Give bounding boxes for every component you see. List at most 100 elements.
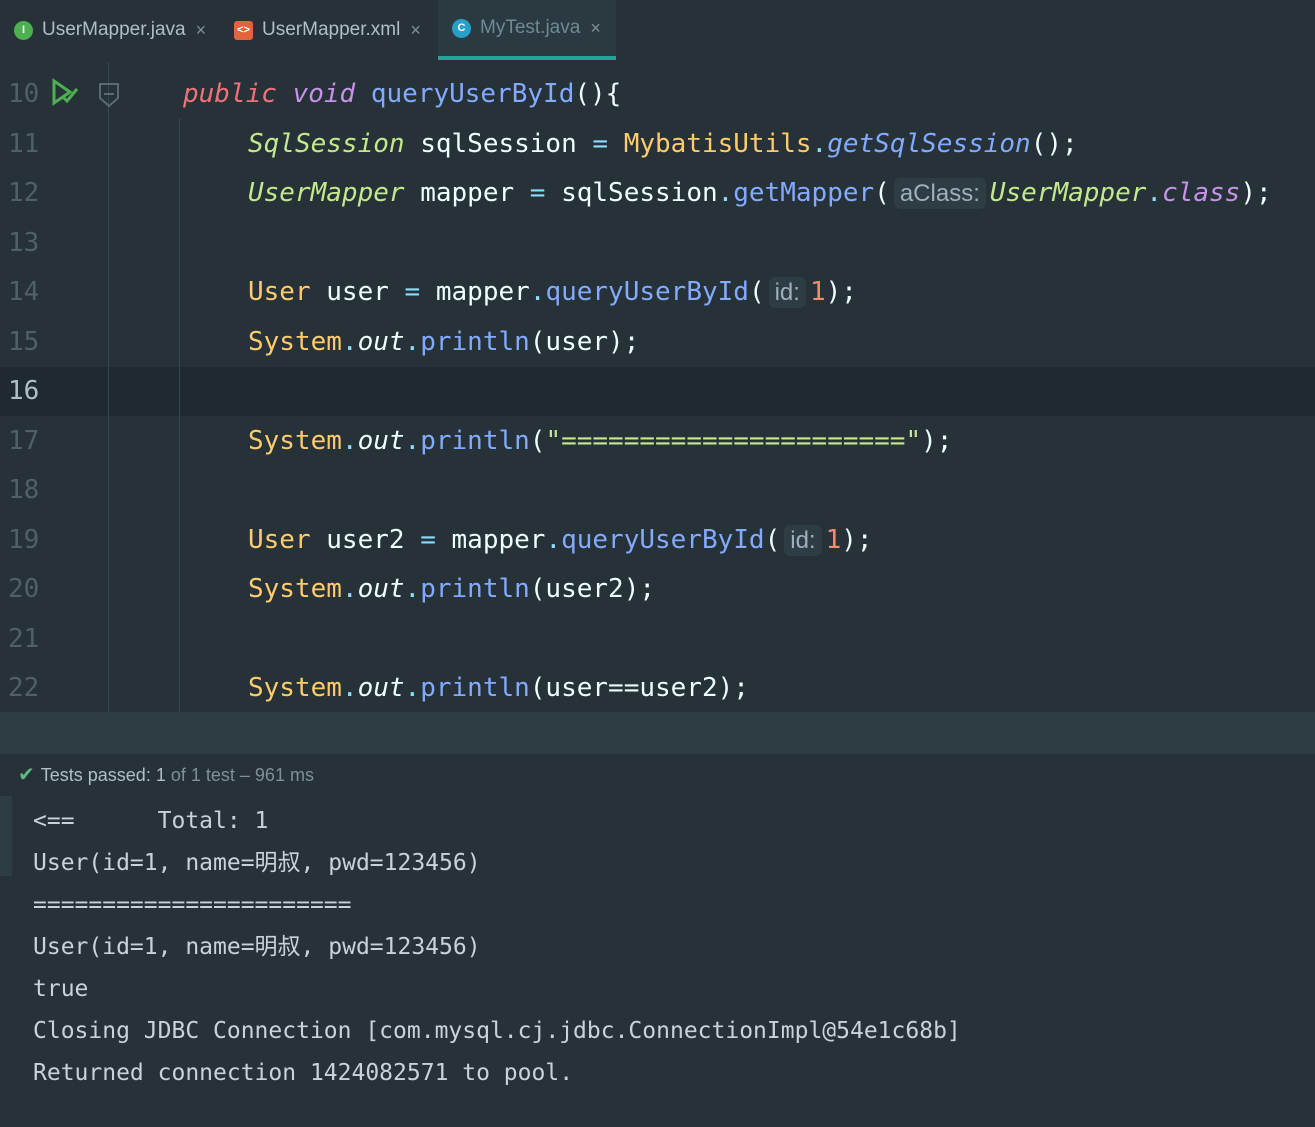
code-token: queryUserById — [370, 79, 575, 109]
code-token: (user==user2); — [529, 673, 749, 703]
code-token: User — [248, 277, 311, 307]
code-line[interactable]: 19 User user2 = mapper.queryUserById(id: 1… — [0, 516, 1315, 565]
code-token: out — [357, 574, 405, 604]
parameter-hint: aClass: — [893, 178, 986, 209]
code-text: System.out.println(user==user2); — [248, 664, 749, 713]
code-line[interactable]: 22 System.out.println(user==user2); — [0, 664, 1315, 713]
code-line[interactable]: 16 — [0, 367, 1315, 416]
code-line[interactable]: 14 User user = mapper.queryUserById(id: 1)… — [0, 268, 1315, 317]
code-line[interactable]: 13 — [0, 219, 1315, 268]
code-token: user2 — [310, 524, 421, 555]
close-icon[interactable]: × — [196, 20, 207, 41]
close-icon[interactable]: × — [590, 18, 601, 39]
code-token: mapper — [420, 277, 530, 307]
tab-usermapper-xml[interactable]: <> UserMapper.xml × — [234, 0, 434, 60]
code-token: println — [420, 574, 530, 604]
code-text: System.out.println(user); — [248, 318, 639, 367]
fold-icon[interactable] — [98, 82, 120, 108]
code-token: . — [341, 574, 358, 604]
code-line[interactable]: 11 SqlSession sqlSession = MybatisUtils.g… — [0, 120, 1315, 169]
line-number: 19 — [8, 524, 40, 555]
code-token: ); — [921, 425, 953, 456]
gutter-divider — [108, 62, 109, 712]
code-token: User — [248, 524, 311, 555]
code-token: . — [404, 574, 421, 604]
code-token: queryUserById — [561, 524, 765, 555]
code-text: public void queryUserById(){ — [183, 70, 621, 119]
line-number: 16 — [8, 376, 40, 406]
line-number: 18 — [8, 475, 40, 505]
code-token: . — [341, 326, 358, 357]
tab-label: MyTest.java — [480, 17, 581, 38]
code-token: UserMapper — [248, 178, 405, 208]
line-number: 10 — [8, 79, 40, 109]
code-editor[interactable]: 10 public void queryUserById(){11 SqlSessi… — [0, 62, 1315, 712]
code-token: . — [545, 524, 562, 555]
code-token: ); — [841, 524, 873, 555]
code-token: getSqlSession — [827, 128, 1031, 159]
code-token: mapper — [404, 178, 530, 208]
code-token: = — [420, 524, 436, 555]
code-line[interactable]: 21 — [0, 615, 1315, 664]
code-token: . — [341, 425, 358, 456]
code-token: (){ — [574, 79, 622, 109]
code-token: 1 — [809, 277, 826, 307]
code-token: out — [357, 326, 405, 357]
line-number: 13 — [8, 227, 40, 258]
panel-splitter[interactable] — [0, 712, 1315, 754]
code-token: . — [811, 128, 828, 159]
indent-guide — [179, 118, 180, 712]
tab-usermapper-java[interactable]: I UserMapper.java × — [14, 0, 220, 60]
code-token: . — [341, 673, 358, 703]
code-line[interactable]: 15 System.out.println(user); — [0, 318, 1315, 367]
code-token: sqlSession — [545, 178, 718, 208]
close-icon[interactable]: × — [410, 20, 421, 41]
tab-mytest-java[interactable]: C MyTest.java × — [438, 0, 616, 60]
code-token: void — [292, 79, 356, 109]
tab-label: UserMapper.java — [42, 19, 186, 40]
test-status-bar: ✔ Tests passed: 1 of 1 test – 961 ms — [0, 754, 1315, 797]
code-line[interactable]: 17 System.out.println("==================… — [0, 417, 1315, 466]
code-text: SqlSession sqlSession = MybatisUtils.get… — [248, 120, 1078, 169]
code-token: System — [248, 574, 342, 604]
code-text: UserMapper mapper = sqlSession.getMapper… — [248, 169, 1272, 218]
line-number: 17 — [8, 425, 40, 456]
code-token: = — [404, 277, 421, 307]
console-output[interactable]: <== Total: 1 User(id=1, name=明叔, pwd=1234… — [0, 796, 1315, 1127]
parameter-hint: id: — [768, 277, 806, 308]
code-token: sqlSession — [404, 128, 593, 159]
code-line[interactable]: 12 UserMapper mapper = sqlSession.getMapp… — [0, 169, 1315, 218]
code-text: User user = mapper.queryUserById(id: 1); — [248, 268, 857, 317]
line-number: 22 — [8, 673, 40, 703]
console-side-strip — [0, 796, 12, 876]
code-token: ( — [874, 178, 890, 208]
console-line: Returned connection 1424082571 to pool. — [33, 1060, 574, 1086]
code-token: . — [717, 178, 734, 208]
run-test-icon[interactable] — [50, 78, 80, 108]
code-token: ( — [529, 425, 546, 456]
code-token: = — [529, 178, 546, 208]
parameter-hint: id: — [784, 524, 822, 556]
code-token: getMapper — [733, 178, 875, 208]
code-token: ); — [825, 277, 857, 307]
code-token: 1 — [825, 524, 842, 555]
console-line: User(id=1, name=明叔, pwd=123456) — [33, 934, 481, 960]
code-token: (); — [1030, 128, 1078, 159]
tests-passed-label: Tests passed: — [40, 765, 151, 785]
code-token: . — [404, 673, 421, 703]
code-text: User user2 = mapper.queryUserById(id: 1); — [248, 516, 873, 565]
code-token: public — [183, 79, 277, 109]
code-text: System.out.println(user2); — [248, 565, 655, 614]
console-line: <== Total: 1 — [33, 808, 269, 834]
code-line[interactable]: 18 — [0, 466, 1315, 515]
code-token: (user2); — [529, 574, 656, 604]
code-line[interactable]: 20 System.out.println(user2); — [0, 565, 1315, 614]
code-line[interactable]: 10 public void queryUserById(){ — [0, 70, 1315, 119]
code-token: . — [529, 277, 546, 307]
code-token: println — [420, 425, 530, 456]
code-token: System — [248, 673, 342, 703]
console-line: ======================= — [33, 892, 352, 918]
tests-detail: of 1 test – 961 ms — [170, 765, 314, 785]
